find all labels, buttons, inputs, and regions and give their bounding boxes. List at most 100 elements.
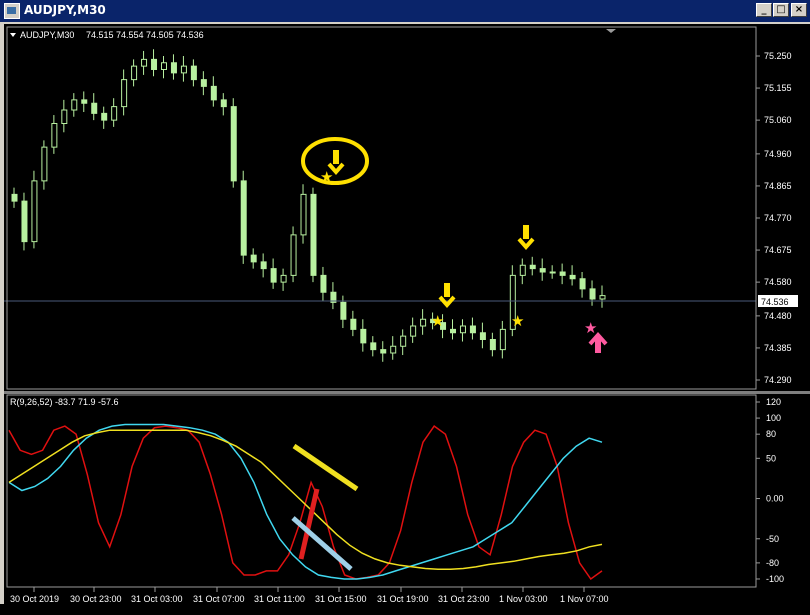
price-tick-label: 75.155 <box>764 83 792 93</box>
indicator-tick-label: 80 <box>766 429 776 439</box>
candle <box>599 295 606 300</box>
candle <box>250 254 257 263</box>
restore-button[interactable]: □ <box>773 3 789 17</box>
minimize-button[interactable]: _ <box>756 3 772 17</box>
indicator-pane-frame <box>6 394 757 588</box>
time-axis: 30 Oct 2019 30 Oct 23:00 31 Oct 03:00 31 Oc… <box>10 587 609 604</box>
candle <box>101 112 108 121</box>
trendline-drawing <box>291 516 353 571</box>
price-tick-label: 74.385 <box>764 343 792 353</box>
candle <box>91 102 98 114</box>
indicator-tick-label: -100 <box>766 574 784 584</box>
time-tick-label: 1 Nov 07:00 <box>560 594 609 604</box>
collapse-triangle-icon[interactable] <box>10 33 16 37</box>
star-icon: ★ <box>511 313 524 330</box>
price-tick-label: 75.060 <box>764 115 792 125</box>
indicator-tick-label: 120 <box>766 397 781 407</box>
candle <box>51 123 58 148</box>
candle <box>380 349 387 354</box>
candle <box>370 342 377 351</box>
price-axis: 75.250 75.155 75.060 74.960 74.865 74.770 74.6… <box>756 51 792 385</box>
indicator-tick-label: -50 <box>766 534 779 544</box>
up-arrow-icon <box>588 331 608 353</box>
price-chart-pane[interactable]: AUDJPY,M30 74.515 74.554 74.505 74.536 7… <box>4 24 810 391</box>
candle <box>320 274 327 293</box>
chart-shift-marker-icon[interactable] <box>606 29 616 33</box>
indicator-lines <box>8 423 603 581</box>
candle <box>459 325 466 334</box>
time-tick-label: 31 Oct 03:00 <box>131 594 183 604</box>
candle <box>569 274 576 280</box>
rsi-fast-line <box>8 425 603 581</box>
candle <box>81 99 88 104</box>
indicator-tick-label: -80 <box>766 558 779 568</box>
candle <box>589 288 596 300</box>
price-tick-label: 74.480 <box>764 311 792 321</box>
time-tick-label: 31 Oct 11:00 <box>254 594 305 604</box>
candle <box>61 109 68 124</box>
candle <box>200 79 207 87</box>
candle <box>469 325 476 334</box>
star-icon: ★ <box>431 313 444 330</box>
candle <box>21 200 28 243</box>
candle <box>230 106 237 182</box>
indicator-pane[interactable]: R(9,26,52) -83.7 71.9 -57.6 120 100 80 50 0.… <box>4 394 810 604</box>
time-tick-label: 31 Oct 07:00 <box>193 594 245 604</box>
candle <box>280 274 287 283</box>
indicator-label: R(9,26,52) -83.7 71.9 -57.6 <box>10 397 119 407</box>
candle <box>151 58 158 70</box>
down-arrow-icon <box>438 283 456 309</box>
current-price-value: 74.536 <box>761 297 789 307</box>
candle <box>310 193 317 276</box>
candle <box>549 271 556 274</box>
price-tick-label: 74.290 <box>764 375 792 385</box>
candle <box>220 99 227 108</box>
title-bar[interactable]: AUDJPY,M30 _ □ × <box>0 0 810 22</box>
price-pane-frame <box>6 26 757 390</box>
star-icon: ★ <box>320 169 333 186</box>
indicator-chart[interactable]: R(9,26,52) -83.7 71.9 -57.6 120 100 80 50 0.… <box>4 394 810 604</box>
candle <box>71 99 78 111</box>
candle <box>489 339 496 351</box>
candle <box>131 65 138 81</box>
candle <box>360 328 367 344</box>
candle <box>479 332 486 340</box>
candle <box>559 271 566 276</box>
indicator-tick-label: 50 <box>766 453 776 463</box>
candle <box>210 85 217 101</box>
symbol-label: AUDJPY,M30 <box>20 30 74 40</box>
candle <box>420 318 427 327</box>
candle <box>31 180 38 243</box>
status-strip <box>0 604 810 615</box>
time-tick-label: 30 Oct 23:00 <box>70 594 122 604</box>
candle <box>170 62 177 74</box>
candle <box>519 264 526 276</box>
time-tick-label: 1 Nov 03:00 <box>499 594 548 604</box>
candle <box>350 318 357 330</box>
price-tick-label: 74.960 <box>764 149 792 159</box>
time-tick-label: 31 Oct 23:00 <box>438 594 490 604</box>
candle <box>400 335 407 347</box>
candle <box>121 79 128 108</box>
price-chart[interactable]: AUDJPY,M30 74.515 74.554 74.505 74.536 7… <box>4 24 810 391</box>
candle <box>499 328 506 351</box>
window-title: AUDJPY,M30 <box>24 3 106 17</box>
price-tick-label: 74.770 <box>764 213 792 223</box>
close-button[interactable]: × <box>791 3 807 17</box>
candle <box>180 65 187 74</box>
candle <box>539 268 546 273</box>
star-icon: ★ <box>584 320 597 337</box>
indicator-tick-label: 100 <box>766 413 781 423</box>
candle <box>340 301 347 320</box>
candle <box>111 106 118 121</box>
time-tick-label: 31 Oct 19:00 <box>377 594 429 604</box>
indicator-tick-label: 0.00 <box>766 494 784 504</box>
candle <box>410 325 417 337</box>
ohlc-readout: 74.515 74.554 74.505 74.536 <box>86 30 204 40</box>
candle <box>11 193 18 202</box>
time-tick-label: 31 Oct 15:00 <box>315 594 367 604</box>
candle <box>579 278 586 290</box>
candle <box>260 261 267 270</box>
candle <box>41 146 48 182</box>
price-tick-label: 75.250 <box>764 51 792 61</box>
